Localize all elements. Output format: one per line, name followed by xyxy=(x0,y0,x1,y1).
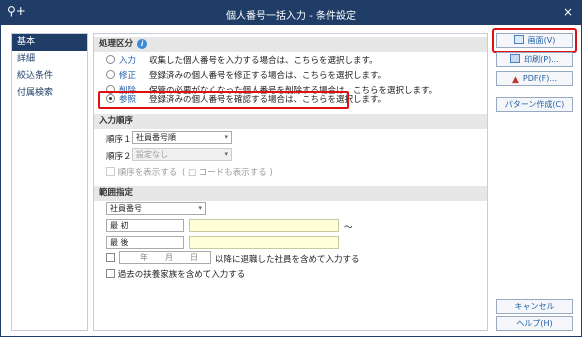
printer-icon xyxy=(510,54,521,63)
order-section-header: 入力順序 xyxy=(94,114,487,129)
cancel-button[interactable]: キャンセル xyxy=(496,299,573,314)
title-bar: ⚲+ 個人番号一括入力 - 条件設定 × xyxy=(1,1,581,25)
pdf-icon: ▲ xyxy=(512,75,519,85)
retired-checkbox[interactable] xyxy=(106,253,115,262)
order1-select[interactable]: 社員番号順 ▾ xyxy=(132,131,232,144)
main-panel: 処理区分 i 入力 収集した個人番号を入力する場合は、こちらを選択します。 修正 登録… xyxy=(93,33,488,331)
retired-row xyxy=(106,253,115,264)
sidebar-item-detail[interactable]: 詳細 xyxy=(12,51,87,68)
pdf-button[interactable]: ▲ PDF(F)... xyxy=(496,71,573,86)
show-order-checkbox[interactable] xyxy=(106,167,115,176)
help-button[interactable]: ヘルプ(H) xyxy=(496,316,573,331)
show-code-label[interactable]: ( □ コードも表示する ) xyxy=(182,166,273,178)
radio-button[interactable] xyxy=(106,70,115,79)
order1-label: 順序１ xyxy=(106,135,132,145)
chevron-down-icon: ▾ xyxy=(224,133,228,141)
past-dependents-checkbox[interactable] xyxy=(106,269,115,278)
range-section-header: 範囲指定 xyxy=(94,186,487,201)
radio-button[interactable] xyxy=(106,55,115,64)
screen-icon xyxy=(513,35,524,44)
last-input[interactable] xyxy=(189,236,339,249)
retired-date-input[interactable]: 年 月 日 xyxy=(119,251,211,264)
highlight-frame xyxy=(98,91,349,109)
last-label: 最 後 xyxy=(106,236,184,249)
process-section-header: 処理区分 i xyxy=(94,37,487,52)
tilde: 〜 xyxy=(344,223,353,233)
radio-input[interactable]: 入力 収集した個人番号を入力する場合は、こちらを選択します。 xyxy=(106,54,378,69)
chevron-down-icon: ▾ xyxy=(224,150,228,158)
screen-button[interactable]: 画面(V) xyxy=(496,33,573,48)
chevron-down-icon: ▾ xyxy=(198,204,202,212)
action-column: 画面(V) 印刷(P)... ▲ PDF(F)... パターン作成(C) キャンセ… xyxy=(492,28,577,331)
close-button[interactable]: × xyxy=(563,5,573,19)
sidebar-item-basic[interactable]: 基本 xyxy=(12,34,87,51)
order2-label: 順序２ xyxy=(106,152,132,162)
sidebar-item-filter[interactable]: 絞込条件 xyxy=(12,68,87,85)
order2-select[interactable]: 設定なし ▾ xyxy=(132,148,232,161)
first-label: 最 初 xyxy=(106,219,184,232)
sidebar-item-search[interactable]: 付属検索 xyxy=(12,85,87,102)
window-title: 個人番号一括入力 - 条件設定 xyxy=(226,11,356,22)
sidebar: 基本 詳細 絞込条件 付属検索 xyxy=(11,33,88,331)
past-dependents-row[interactable]: 過去の扶養家族を含めて入力する xyxy=(106,268,245,280)
print-button[interactable]: 印刷(P)... xyxy=(496,52,573,67)
first-input[interactable] xyxy=(189,219,339,232)
radio-modify[interactable]: 修正 登録済みの個人番号を修正する場合は、こちらを選択します。 xyxy=(106,69,386,84)
dialog-window: ⚲+ 個人番号一括入力 - 条件設定 × 基本 詳細 絞込条件 付属検索 処理区… xyxy=(0,0,582,337)
show-order-row[interactable]: 順序を表示する xyxy=(106,166,177,178)
info-icon[interactable]: i xyxy=(137,39,148,49)
create-pattern-button[interactable]: パターン作成(C) xyxy=(496,97,573,112)
retired-label: 以降に退職した社員を含めて入力する xyxy=(215,255,360,265)
range-field-select[interactable]: 社員番号 ▾ xyxy=(106,202,206,215)
